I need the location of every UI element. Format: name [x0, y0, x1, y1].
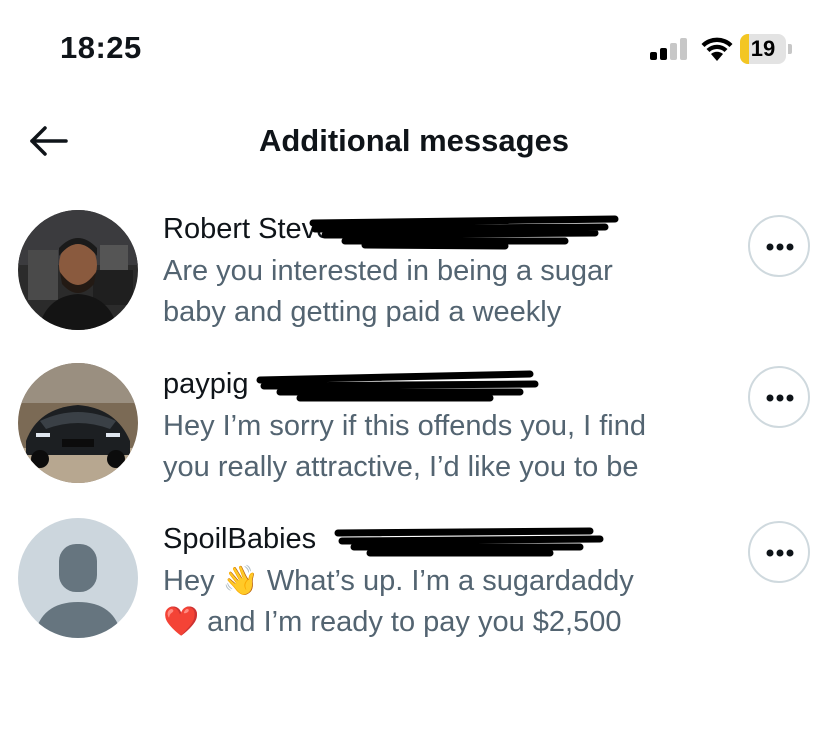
preview-line: Hey I’m sorry if this offends you, I fin… [163, 410, 646, 442]
sender-name: SpoilBabies [163, 523, 317, 555]
more-horizontal-icon [766, 394, 794, 402]
avatar[interactable] [18, 363, 138, 483]
more-horizontal-icon [766, 549, 794, 557]
message-preview: Are you interested in being a sugar baby… [163, 251, 723, 333]
avatar[interactable] [18, 210, 138, 330]
preview-line: Hey 👋 What’s up. I’m a sugardaddy [163, 561, 723, 602]
header: Additional messages [0, 105, 828, 175]
more-options-button[interactable] [748, 521, 810, 583]
more-horizontal-icon [766, 243, 794, 251]
redaction-scribble [256, 370, 539, 402]
default-user-icon [34, 544, 122, 638]
red-heart-emoji: ❤️ [163, 606, 200, 638]
wifi-icon [700, 36, 734, 62]
preview-line: ❤️ and I’m ready to pay you $2,500 [163, 602, 723, 643]
preview-line: you really attractive, I’d like you to b… [163, 451, 639, 483]
preview-text: and I’m ready to pay you $2,500 [207, 606, 622, 638]
battery-icon: 19 [740, 34, 792, 64]
preview-text: What’s up. I’m a sugardaddy [266, 565, 634, 597]
redaction-scribble [334, 527, 604, 557]
preview-line: baby and getting paid a weekly [163, 296, 562, 328]
message-row[interactable]: Robert Steve Are you interested in being… [0, 205, 828, 355]
page-title: Additional messages [258, 123, 570, 158]
sender-name: paypig [163, 368, 249, 400]
status-bar: 18:25 19 [0, 0, 828, 100]
message-preview: Hey I’m sorry if this offends you, I fin… [163, 406, 723, 488]
message-row[interactable]: SpoilBabies Hey 👋 What’s up. I’m a sugar… [0, 515, 828, 665]
cellular-signal-icon [650, 38, 692, 60]
more-options-button[interactable] [748, 366, 810, 428]
default-avatar[interactable] [18, 518, 138, 638]
more-options-button[interactable] [748, 215, 810, 277]
status-time: 18:25 [60, 30, 142, 65]
waving-hand-emoji: 👋 [222, 565, 259, 597]
battery-level: 19 [750, 36, 776, 61]
redaction-scribble [309, 215, 619, 250]
message-preview: Hey 👋 What’s up. I’m a sugardaddy ❤️ and… [163, 561, 723, 643]
message-row[interactable]: paypig Hey I’m sorry if this offends you… [0, 360, 828, 510]
preview-line: Are you interested in being a sugar [163, 255, 613, 287]
preview-text: Hey [163, 565, 215, 597]
